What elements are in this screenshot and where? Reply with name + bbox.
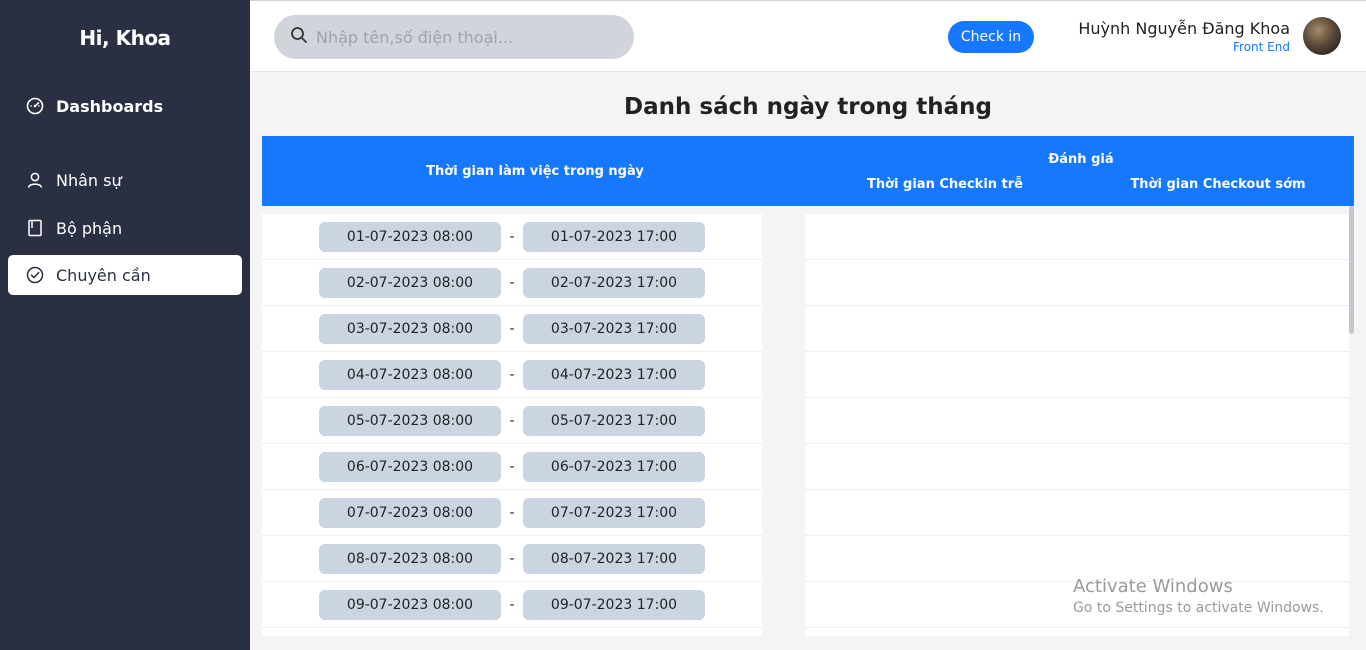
end-time-field[interactable]: 04-07-2023 17:00 [523,359,705,390]
evaluation-row [805,260,1349,306]
table-row: 05-07-2023 08:00-05-07-2023 17:00 [262,398,762,444]
sidebar-item-label: Chuyên cần [56,265,151,285]
header-early-checkout: Thời gian Checkout sớm [1130,177,1306,192]
table-row: 04-07-2023 08:00-04-07-2023 17:00 [262,352,762,398]
evaluation-row [805,398,1349,444]
table-row: 07-07-2023 08:00-07-07-2023 17:00 [262,490,762,536]
brand-greeting: Hi, Khoa [79,26,171,50]
evaluation-row [805,352,1349,398]
end-time-field[interactable]: 05-07-2023 17:00 [523,405,705,436]
end-time-field[interactable]: 02-07-2023 17:00 [523,267,705,298]
sidebar: Hi, Khoa Dashboards Nhân sự Bộ phận Chuy… [0,0,250,650]
sidebar-item-chuyen-can[interactable]: Chuyên cần [8,255,242,295]
search-input[interactable] [316,27,616,47]
range-separator: - [509,504,515,521]
sidebar-item-label: Dashboards [56,96,164,116]
end-time-field[interactable]: 09-07-2023 17:00 [523,589,705,620]
table-row: 02-07-2023 08:00-02-07-2023 17:00 [262,260,762,306]
evaluation-row [805,306,1349,352]
start-time-field[interactable]: 08-07-2023 08:00 [319,543,501,574]
header-evaluation: Đánh giá [1048,152,1114,167]
topbar: Check in Huỳnh Nguyễn Đăng Khoa Front En… [250,0,1366,72]
start-time-field[interactable]: 03-07-2023 08:00 [319,313,501,344]
end-time-field[interactable]: 06-07-2023 17:00 [523,451,705,482]
sidebar-item-label: Nhân sự [56,170,122,190]
table-row: 06-07-2023 08:00-06-07-2023 17:00 [262,444,762,490]
table-row: 01-07-2023 08:00-01-07-2023 17:00 [262,214,762,260]
table-header: Thời gian làm việc trong ngày Đánh giá T… [262,136,1354,206]
watermark-subtitle: Go to Settings to activate Windows. [1073,600,1324,616]
end-time-field[interactable]: 08-07-2023 17:00 [523,543,705,574]
range-separator: - [509,320,515,337]
start-time-field[interactable]: 09-07-2023 08:00 [319,589,501,620]
start-time-field[interactable]: 05-07-2023 08:00 [319,405,501,436]
scrollbar-thumb[interactable] [1349,206,1354,334]
start-time-field[interactable]: 01-07-2023 08:00 [319,221,501,252]
range-separator: - [509,550,515,567]
search-icon [290,26,308,48]
range-separator: - [509,228,515,245]
evaluation-row [805,214,1349,260]
table-row: 08-07-2023 08:00-08-07-2023 17:00 [262,536,762,582]
start-time-field[interactable]: 07-07-2023 08:00 [319,497,501,528]
sidebar-item-dashboards[interactable]: Dashboards [8,86,242,126]
user-info[interactable]: Huỳnh Nguyễn Đăng Khoa Front End [1078,19,1290,54]
range-separator: - [509,366,515,383]
range-separator: - [509,596,515,613]
evaluation-row [805,490,1349,536]
start-time-field[interactable]: 02-07-2023 08:00 [319,267,501,298]
page-title: Danh sách ngày trong tháng [624,94,992,120]
start-time-field[interactable]: 04-07-2023 08:00 [319,359,501,390]
evaluation-row [805,444,1349,490]
scrollbar[interactable] [1349,206,1354,636]
range-separator: - [509,274,515,291]
user-icon [26,171,44,189]
start-time-field[interactable]: 06-07-2023 08:00 [319,451,501,482]
end-time-field[interactable]: 01-07-2023 17:00 [523,221,705,252]
user-role: Front End [1233,40,1290,54]
end-time-field[interactable]: 07-07-2023 17:00 [523,497,705,528]
check-in-button[interactable]: Check in [948,21,1034,53]
range-separator: - [509,458,515,475]
evaluation-list [805,214,1349,636]
work-time-list: 01-07-2023 08:00-01-07-2023 17:00 02-07-2… [262,214,762,636]
table-row: 03-07-2023 08:00-03-07-2023 17:00 [262,306,762,352]
end-time-field[interactable]: 03-07-2023 17:00 [523,313,705,344]
sidebar-item-bo-phan[interactable]: Bộ phận [8,208,242,248]
header-late-checkin: Thời gian Checkin trễ [867,177,1023,192]
search-bar[interactable] [274,15,634,59]
check-circle-icon [26,266,44,284]
avatar[interactable] [1303,17,1341,55]
table-row: 09-07-2023 08:00-09-07-2023 17:00 [262,582,762,628]
sidebar-item-label: Bộ phận [56,218,123,238]
book-icon [26,219,44,237]
user-name: Huỳnh Nguyễn Đăng Khoa [1078,19,1290,38]
watermark-title: Activate Windows [1073,576,1233,597]
windows-watermark: Activate Windows Go to Settings to activ… [1073,576,1324,616]
header-work-time: Thời gian làm việc trong ngày [426,163,644,179]
range-separator: - [509,412,515,429]
dashboard-icon [26,97,44,115]
sidebar-item-nhan-su[interactable]: Nhân sự [8,160,242,200]
